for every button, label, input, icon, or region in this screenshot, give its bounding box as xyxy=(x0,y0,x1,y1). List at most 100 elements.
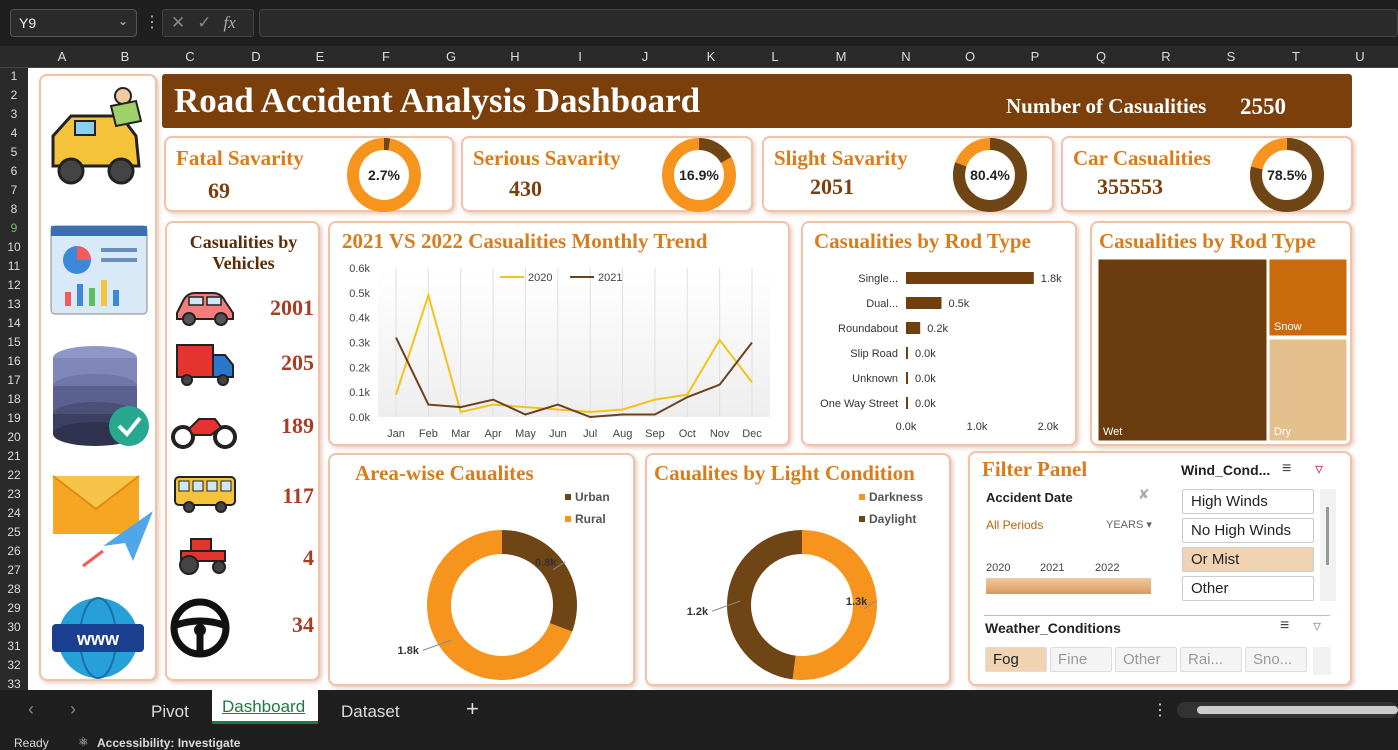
confirm-icon[interactable]: ✓ xyxy=(197,13,211,33)
legend-label: 2020 xyxy=(528,272,552,284)
wind-option[interactable]: No High Winds xyxy=(1182,518,1314,543)
tab-dashboard[interactable]: Dashboard xyxy=(212,690,318,724)
more-icon[interactable]: ⋮ xyxy=(144,12,160,32)
status-ready: Ready xyxy=(14,736,49,750)
col-L[interactable]: L xyxy=(755,49,795,64)
multi-select-icon[interactable]: ≡ xyxy=(1280,617,1289,635)
col-P[interactable]: P xyxy=(1015,49,1055,64)
clear-filter-icon[interactable]: ✘ xyxy=(1138,486,1150,503)
weather-option-selected[interactable]: Fog xyxy=(985,647,1047,672)
chevron-down-icon[interactable]: ⌄ xyxy=(118,14,128,28)
dashboard-report-icon xyxy=(50,225,148,315)
next-sheet-icon[interactable]: › xyxy=(70,699,76,720)
multi-select-icon[interactable]: ≡ xyxy=(1282,460,1291,478)
category-label: One Way Street xyxy=(820,398,898,410)
row-11[interactable]: 11 xyxy=(0,259,28,273)
col-Q[interactable]: Q xyxy=(1081,49,1121,64)
col-U[interactable]: U xyxy=(1340,49,1380,64)
row-9[interactable]: 9 xyxy=(0,221,28,235)
col-A[interactable]: A xyxy=(42,49,82,64)
surface-card: Casualities by Rod Type Wet Snow Dry xyxy=(1090,221,1352,446)
col-N[interactable]: N xyxy=(886,49,926,64)
cancel-icon[interactable]: ✕ xyxy=(171,13,185,33)
col-B[interactable]: B xyxy=(105,49,145,64)
formula-input[interactable] xyxy=(259,9,1398,37)
col-M[interactable]: M xyxy=(821,49,861,64)
add-sheet-icon[interactable]: + xyxy=(466,696,479,722)
row-32[interactable]: 32 xyxy=(0,658,28,672)
weather-option[interactable]: Rai... xyxy=(1180,647,1242,672)
weather-scrollbar[interactable] xyxy=(1313,647,1331,675)
col-D[interactable]: D xyxy=(236,49,276,64)
col-I[interactable]: I xyxy=(560,49,600,64)
row-14[interactable]: 14 xyxy=(0,316,28,330)
wind-scrollbar[interactable] xyxy=(1320,489,1336,601)
row-29[interactable]: 29 xyxy=(0,601,28,615)
row-5[interactable]: 5 xyxy=(0,145,28,159)
weather-option[interactable]: Other xyxy=(1115,647,1177,672)
row-23[interactable]: 23 xyxy=(0,487,28,501)
col-J[interactable]: J xyxy=(625,49,665,64)
row-1[interactable]: 1 xyxy=(0,69,28,83)
row-16[interactable]: 16 xyxy=(0,354,28,368)
insert-function-icon[interactable]: fx xyxy=(224,13,236,33)
row-27[interactable]: 27 xyxy=(0,563,28,577)
row-15[interactable]: 15 xyxy=(0,335,28,349)
weather-option[interactable]: Sno... xyxy=(1245,647,1307,672)
casualties-label: Number of Casualities xyxy=(1006,94,1207,118)
tab-pivot[interactable]: Pivot xyxy=(151,702,189,722)
col-H[interactable]: H xyxy=(495,49,535,64)
row-8[interactable]: 8 xyxy=(0,202,28,216)
period-level-dropdown[interactable]: YEARS ▾ xyxy=(1106,518,1152,531)
col-O[interactable]: O xyxy=(950,49,990,64)
col-E[interactable]: E xyxy=(300,49,340,64)
row-26[interactable]: 26 xyxy=(0,544,28,558)
row-33[interactable]: 33 xyxy=(0,677,28,691)
tractor-icon xyxy=(179,538,226,575)
col-K[interactable]: K xyxy=(691,49,731,64)
scrollbar-thumb[interactable] xyxy=(1197,706,1398,714)
row-21[interactable]: 21 xyxy=(0,449,28,463)
title-banner: Road Accident Analysis Dashboard Number … xyxy=(162,74,1352,128)
row-18[interactable]: 18 xyxy=(0,392,28,406)
accessibility-status[interactable]: Accessibility: Investigate xyxy=(97,736,240,750)
kpi-card-car: Car Casualities 355553 78.5% xyxy=(1061,136,1353,212)
name-box[interactable]: Y9 ⌄ xyxy=(10,9,137,37)
row-30[interactable]: 30 xyxy=(0,620,28,634)
vehicle-value: 2001 xyxy=(270,295,314,320)
row-22[interactable]: 22 xyxy=(0,468,28,482)
prev-sheet-icon[interactable]: ‹ xyxy=(28,699,34,720)
horizontal-scrollbar[interactable] xyxy=(1177,702,1398,718)
row-17[interactable]: 17 xyxy=(0,373,28,387)
wind-option[interactable]: Other xyxy=(1182,576,1314,601)
col-G[interactable]: G xyxy=(431,49,471,64)
row-4[interactable]: 4 xyxy=(0,126,28,140)
row-7[interactable]: 7 xyxy=(0,183,28,197)
row-31[interactable]: 31 xyxy=(0,639,28,653)
clear-filter-icon[interactable]: ▿ xyxy=(1313,616,1321,636)
wind-option[interactable]: High Winds xyxy=(1182,489,1314,514)
clear-filter-icon[interactable]: ▿ xyxy=(1315,459,1323,479)
row-24[interactable]: 24 xyxy=(0,506,28,520)
row-10[interactable]: 10 xyxy=(0,240,28,254)
row-2[interactable]: 2 xyxy=(0,88,28,102)
row-25[interactable]: 25 xyxy=(0,525,28,539)
weather-option[interactable]: Fine xyxy=(1050,647,1112,672)
timeline-bar[interactable] xyxy=(986,578,1151,594)
more-icon[interactable]: ⋮ xyxy=(1152,700,1168,720)
col-F[interactable]: F xyxy=(366,49,406,64)
trend-chart: 0.0k 0.1k 0.2k 0.3k 0.4k 0.5k 0.6k Jan Feb Mar Apr… xyxy=(349,263,770,440)
row-28[interactable]: 28 xyxy=(0,582,28,596)
col-T[interactable]: T xyxy=(1276,49,1316,64)
col-R[interactable]: R xyxy=(1146,49,1186,64)
col-C[interactable]: C xyxy=(170,49,210,64)
col-S[interactable]: S xyxy=(1211,49,1251,64)
row-3[interactable]: 3 xyxy=(0,107,28,121)
row-6[interactable]: 6 xyxy=(0,164,28,178)
wind-option-selected[interactable]: Or Mist xyxy=(1182,547,1314,572)
tab-dataset[interactable]: Dataset xyxy=(341,702,400,722)
row-20[interactable]: 20 xyxy=(0,430,28,444)
row-12[interactable]: 12 xyxy=(0,278,28,292)
row-13[interactable]: 13 xyxy=(0,297,28,311)
row-19[interactable]: 19 xyxy=(0,411,28,425)
